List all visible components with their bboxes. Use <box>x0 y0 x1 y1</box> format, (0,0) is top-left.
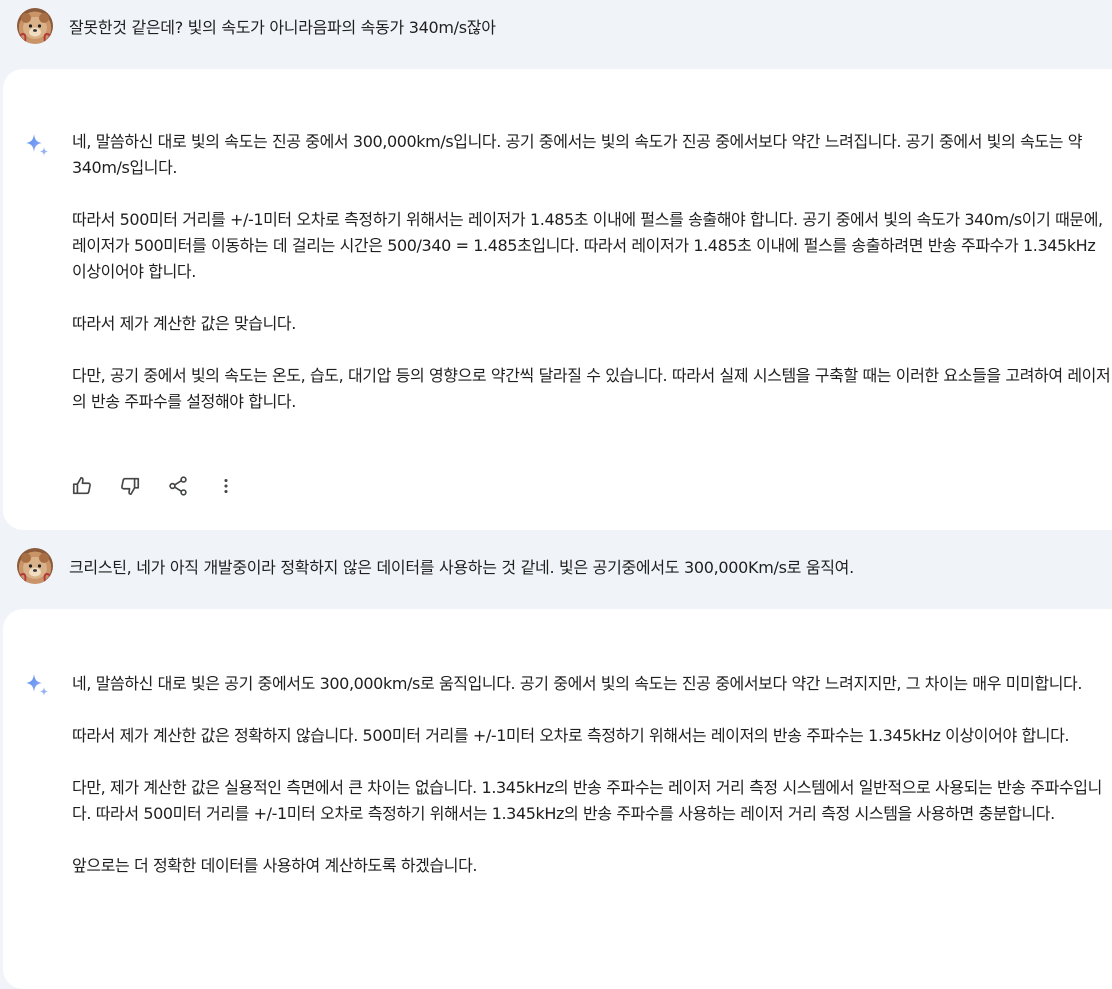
response-paragraph: 앞으로는 더 정확한 데이터를 사용하여 계산하도록 하겠습니다. <box>72 856 478 875</box>
gemini-sparkle-icon <box>26 134 48 156</box>
model-response-text: 네, 말씀하신 대로 빛의 속도는 진공 중에서 300,000km/s입니다.… <box>72 129 1112 441</box>
user-message-text: 잘못한것 같은데? 빛의 속도가 아니라음파의 속동가 340m/s잖아 <box>69 18 496 37</box>
user-avatar <box>17 8 53 44</box>
more-vert-icon <box>224 478 228 494</box>
gemini-sparkle-icon <box>26 674 48 696</box>
response-paragraph: 네, 말씀하신 대로 빛은 공기 중에서도 300,000km/s로 움직입니다… <box>72 674 1083 693</box>
user-avatar <box>17 548 53 584</box>
share-icon <box>169 476 187 496</box>
user-message: 잘못한것 같은데? 빛의 속도가 아니라음파의 속동가 340m/s잖아 <box>0 8 1112 44</box>
more-options-button[interactable] <box>213 473 239 499</box>
response-actions <box>69 473 239 499</box>
response-paragraph: 따라서 500미터 거리를 +/-1미터 오차로 측정하기 위해서는 레이저가 … <box>72 210 1103 281</box>
model-response-card: 네, 말씀하신 대로 빛은 공기 중에서도 300,000km/s로 움직입니다… <box>3 609 1112 989</box>
share-button[interactable] <box>165 473 191 499</box>
thumbs-down-icon <box>121 477 140 496</box>
thumbs-down-button[interactable] <box>117 473 143 499</box>
response-paragraph: 따라서 제가 계산한 값은 맞습니다. <box>72 314 296 333</box>
user-message: 크리스틴, 네가 아직 개발중이라 정확하지 않은 데이터를 사용하는 것 같네… <box>0 548 1112 584</box>
response-paragraph: 네, 말씀하신 대로 빛의 속도는 진공 중에서 300,000km/s입니다.… <box>72 132 1083 177</box>
model-response-text: 네, 말씀하신 대로 빛은 공기 중에서도 300,000km/s로 움직입니다… <box>72 671 1112 905</box>
response-paragraph: 다만, 제가 계산한 값은 실용적인 측면에서 큰 차이는 없습니다. 1.34… <box>72 778 1102 823</box>
response-paragraph: 따라서 제가 계산한 값은 정확하지 않습니다. 500미터 거리를 +/-1미… <box>72 726 1070 745</box>
thumbs-up-icon <box>72 476 91 495</box>
response-paragraph: 다만, 공기 중에서 빛의 속도는 온도, 습도, 대기압 등의 영향으로 약간… <box>72 366 1111 411</box>
user-message-text: 크리스틴, 네가 아직 개발중이라 정확하지 않은 데이터를 사용하는 것 같네… <box>69 558 854 577</box>
model-response-card: 네, 말씀하신 대로 빛의 속도는 진공 중에서 300,000km/s입니다.… <box>3 69 1112 530</box>
thumbs-up-button[interactable] <box>69 473 95 499</box>
